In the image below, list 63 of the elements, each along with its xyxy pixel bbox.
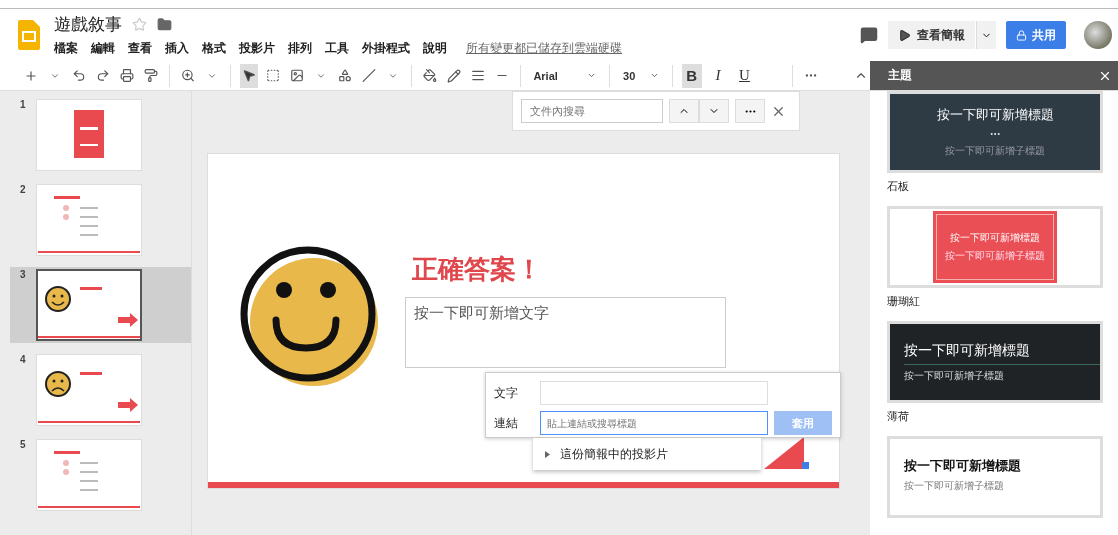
panel-title: 主題 <box>888 67 912 84</box>
slide-number: 3 <box>20 269 27 282</box>
theme-subtitle: 按一下即可新增子標題 <box>945 249 1045 263</box>
underline-button[interactable]: U <box>734 63 755 88</box>
menu-item[interactable]: 投影片 <box>239 40 275 57</box>
slide-number: 1 <box>20 99 27 112</box>
save-status-link[interactable]: 所有變更都已儲存到雲端硬碟 <box>466 40 622 57</box>
search-field[interactable]: 文件內搜尋 <box>521 99 663 123</box>
theme-title: 按一下即可新增標題 <box>904 457 1021 475</box>
document-title[interactable]: 遊戲敘事 <box>54 13 122 36</box>
slide-number: 5 <box>20 439 27 452</box>
menu-item[interactable]: 說明 <box>423 40 447 57</box>
menu-item[interactable]: 外掛程式 <box>362 40 410 57</box>
menu-item[interactable]: 查看 <box>128 40 152 57</box>
menu-item[interactable]: 排列 <box>288 40 312 57</box>
text-placeholder[interactable]: 按一下即可新增文字 <box>405 297 726 368</box>
slide-title[interactable]: 正確答案！ <box>412 252 542 287</box>
theme-subtitle: 按一下即可新增子標題 <box>904 363 1100 383</box>
present-button[interactable]: 查看簡報 <box>888 21 975 49</box>
slide-thumbnail[interactable]: 3 <box>10 267 191 343</box>
slide-thumbnail[interactable]: 1 <box>10 97 191 173</box>
menu-item[interactable]: 編輯 <box>91 40 115 57</box>
theme-preview[interactable]: 按一下即可新增標題 按一下即可新增子標題 <box>887 321 1103 403</box>
star-icon[interactable] <box>132 17 147 32</box>
link-field[interactable]: 貼上連結或搜尋標題 <box>540 411 768 435</box>
caret-icon <box>587 71 597 80</box>
slide-number: 4 <box>20 354 27 367</box>
suggestion-item[interactable]: 這份簡報中的投影片 <box>533 438 761 470</box>
theme-preview[interactable]: 按一下即可新增標題 按一下即可新增子標題 <box>887 206 1103 288</box>
selection-handle[interactable] <box>802 462 809 469</box>
text-label: 文字 <box>494 384 519 402</box>
share-button[interactable]: 共用 <box>1006 21 1066 49</box>
theme-name: 薄荷 <box>887 409 910 424</box>
theme-name: 珊瑚紅 <box>887 294 921 309</box>
slide-thumbnail[interactable]: 2 <box>10 182 191 258</box>
text-field[interactable] <box>540 381 768 405</box>
theme-title: 按一下即可新增標題 <box>904 341 1030 360</box>
bold-button[interactable]: B <box>681 63 702 88</box>
slide-thumbnail[interactable]: 5 <box>10 437 191 513</box>
play-icon <box>898 28 911 42</box>
link-label: 連結 <box>494 414 519 432</box>
menu-item[interactable]: 工具 <box>325 40 349 57</box>
theme-subtitle: 按一下即可新增子標題 <box>904 479 1004 493</box>
menu-item[interactable]: 格式 <box>202 40 226 57</box>
menu-item[interactable]: 檔案 <box>54 40 78 57</box>
expand-icon <box>545 450 550 458</box>
italic-button[interactable]: I <box>707 63 729 88</box>
slides-logo <box>18 20 40 50</box>
theme-title: 按一下即可新增標題 <box>950 231 1040 245</box>
avatar[interactable] <box>1084 21 1112 49</box>
slide-number: 2 <box>20 184 27 197</box>
font-dropdown[interactable]: Arial <box>529 69 601 82</box>
caret-icon <box>649 71 659 80</box>
theme-preview[interactable]: 按一下即可新增標題 按一下即可新增子標題 <box>887 436 1103 518</box>
font-size-dropdown[interactable]: 30 <box>619 69 663 82</box>
comments-icon[interactable] <box>860 26 878 44</box>
menu-item[interactable]: 插入 <box>165 40 189 57</box>
lock-icon <box>1016 29 1027 41</box>
theme-name: 石板 <box>887 179 910 194</box>
slide-thumbnail[interactable]: 4 <box>10 352 191 428</box>
select-icon[interactable] <box>239 63 258 88</box>
folder-icon[interactable] <box>157 17 172 32</box>
theme-title: 按一下即可新增標題 <box>936 106 1054 124</box>
